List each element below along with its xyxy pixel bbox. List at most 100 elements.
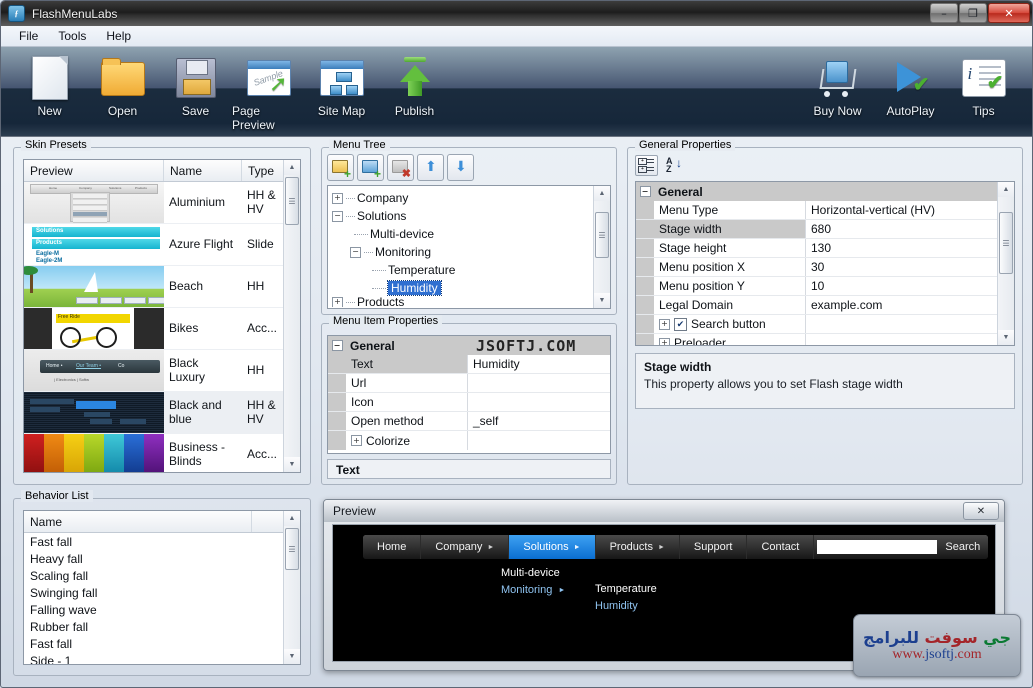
table-row[interactable]: Beach HH: [24, 266, 300, 308]
property-value[interactable]: Humidity: [468, 355, 610, 373]
column-preview[interactable]: Preview: [24, 160, 164, 181]
group-expander-icon[interactable]: −: [331, 340, 343, 351]
scrollbar-thumb[interactable]: ☰: [595, 212, 609, 258]
table-row[interactable]: Free Ride Bikes Acc...: [24, 308, 300, 350]
sort-alphabetical-button[interactable]: A Z ↓: [664, 156, 685, 175]
list-item[interactable]: Side - 1: [30, 654, 300, 664]
property-value[interactable]: 680: [806, 220, 1014, 238]
toolbar-open-button[interactable]: Open: [86, 47, 159, 132]
property-row-preloader[interactable]: + Preloader: [636, 334, 1014, 345]
property-row-stage-width[interactable]: Stage width 680: [636, 220, 1014, 239]
property-row-menu-position-x[interactable]: Menu position X 30: [636, 258, 1014, 277]
menu-tree[interactable]: + Company − Solutions Multi-device − Mon…: [327, 185, 611, 309]
preview-close-button[interactable]: ✕: [963, 502, 999, 520]
property-value[interactable]: 30: [806, 258, 1014, 276]
menu-help[interactable]: Help: [96, 26, 141, 46]
toolbar-autoplay-button[interactable]: ✔ AutoPlay: [874, 47, 947, 118]
menu-item-property-grid[interactable]: − General Text Humidity Url Icon Open me…: [327, 335, 611, 454]
property-value[interactable]: 10: [806, 277, 1014, 295]
list-item[interactable]: Falling wave: [30, 603, 300, 620]
property-value[interactable]: _self: [468, 412, 610, 430]
property-value[interactable]: [468, 374, 610, 392]
property-row-menu-type[interactable]: Menu Type Horizontal-vertical (HV): [636, 201, 1014, 220]
list-item[interactable]: Fast fall: [30, 535, 300, 552]
scroll-up-arrow-icon[interactable]: ▲: [284, 160, 300, 175]
behavior-list[interactable]: Name Fast fall Heavy fall Scaling fall S…: [23, 510, 301, 665]
scrollbar-thumb[interactable]: ☰: [285, 177, 299, 225]
move-up-button[interactable]: ⬆: [417, 154, 444, 181]
property-row-text[interactable]: Text Humidity: [328, 355, 610, 374]
flash-menu-item-company[interactable]: Company ►: [421, 535, 510, 559]
table-row[interactable]: Home Company Solutions Products Aluminiu…: [24, 182, 300, 224]
property-row-url[interactable]: Url: [328, 374, 610, 393]
property-value[interactable]: [806, 334, 1014, 345]
table-row[interactable]: Black and blue HH & HV: [24, 392, 300, 434]
categorized-view-button[interactable]: + +: [635, 155, 658, 176]
list-item[interactable]: Heavy fall: [30, 552, 300, 569]
expander-icon[interactable]: +: [351, 435, 362, 446]
flash-menu-item-support[interactable]: Support: [679, 535, 748, 559]
property-row-open-method[interactable]: Open method _self: [328, 412, 610, 431]
property-row-search-button[interactable]: + ✔ Search button: [636, 315, 1014, 334]
flash-menu-item-solutions[interactable]: Solutions ►: [509, 535, 596, 559]
property-row-menu-position-y[interactable]: Menu position Y 10: [636, 277, 1014, 296]
flash-submenu-item-monitoring[interactable]: Monitoring ►: [501, 584, 565, 596]
toolbar-site-map-button[interactable]: Site Map: [305, 47, 378, 132]
tree-node-selected[interactable]: Humidity: [332, 279, 610, 297]
toolbar-page-preview-button[interactable]: Sample ➚ Page Preview: [232, 47, 305, 132]
search-button-checkbox[interactable]: ✔: [674, 317, 687, 331]
tree-node[interactable]: Temperature: [332, 261, 610, 279]
flash-submenu-item-temperature[interactable]: Temperature: [595, 583, 657, 595]
scroll-up-arrow-icon[interactable]: ▲: [998, 182, 1014, 197]
table-row[interactable]: Business - Blinds Acc...: [24, 434, 300, 472]
list-item[interactable]: Swinging fall: [30, 586, 300, 603]
tree-node[interactable]: − Monitoring: [332, 243, 610, 261]
maximize-button[interactable]: ❐: [959, 3, 987, 23]
move-down-button[interactable]: ⬇: [447, 154, 474, 181]
skin-presets-scrollbar[interactable]: ▲ ☰ ▼: [283, 160, 300, 472]
general-property-grid[interactable]: − General Menu Type Horizontal-vertical …: [635, 181, 1015, 346]
property-row-stage-height[interactable]: Stage height 130: [636, 239, 1014, 258]
delete-item-button[interactable]: ✖: [387, 154, 414, 181]
flash-menu-item-home[interactable]: Home: [363, 535, 422, 559]
property-group-header[interactable]: − General: [636, 182, 1014, 201]
scroll-up-arrow-icon[interactable]: ▲: [594, 186, 610, 201]
flash-menu-item-products[interactable]: Products ►: [595, 535, 680, 559]
column-type[interactable]: Type: [242, 160, 284, 181]
tree-node[interactable]: − Solutions: [332, 207, 610, 225]
search-button-label[interactable]: Search: [945, 541, 980, 553]
tree-node[interactable]: + Company: [332, 189, 610, 207]
scroll-down-arrow-icon[interactable]: ▼: [284, 649, 300, 664]
add-subitem-button[interactable]: +: [357, 154, 384, 181]
expander-icon[interactable]: +: [659, 337, 670, 345]
property-value[interactable]: [468, 431, 610, 450]
tree-node[interactable]: Multi-device: [332, 225, 610, 243]
property-row-icon[interactable]: Icon: [328, 393, 610, 412]
toolbar-tips-button[interactable]: i ✔ Tips: [947, 47, 1020, 118]
flash-menu-item-contact[interactable]: Contact: [747, 535, 815, 559]
minimize-button[interactable]: –: [930, 3, 958, 23]
list-item[interactable]: Fast fall: [30, 637, 300, 654]
menu-tools[interactable]: Tools: [48, 26, 96, 46]
property-value[interactable]: [468, 393, 610, 411]
toolbar-buy-now-button[interactable]: Buy Now: [801, 47, 874, 118]
property-row-legal-domain[interactable]: Legal Domain example.com: [636, 296, 1014, 315]
scroll-down-arrow-icon[interactable]: ▼: [998, 330, 1014, 345]
group-expander-icon[interactable]: −: [639, 186, 651, 197]
scroll-up-arrow-icon[interactable]: ▲: [284, 511, 300, 526]
search-input[interactable]: [817, 540, 938, 554]
skin-presets-list[interactable]: Preview Name Type Home Company Solutions…: [23, 159, 301, 473]
property-value[interactable]: Horizontal-vertical (HV): [806, 201, 1014, 219]
toolbar-publish-button[interactable]: Publish: [378, 47, 451, 132]
list-item[interactable]: Scaling fall: [30, 569, 300, 586]
scrollbar-thumb[interactable]: ☰: [285, 528, 299, 570]
property-group-header[interactable]: − General: [328, 336, 610, 355]
behavior-list-scrollbar[interactable]: ▲ ☰ ▼: [283, 511, 300, 664]
scroll-down-arrow-icon[interactable]: ▼: [594, 293, 610, 308]
column-name[interactable]: Name: [164, 160, 242, 181]
menu-file[interactable]: File: [9, 26, 48, 46]
table-row[interactable]: Home • Our Team • Co | Electronics | Sof…: [24, 350, 300, 392]
toolbar-new-button[interactable]: New: [13, 47, 86, 132]
add-item-button[interactable]: +: [327, 154, 354, 181]
tree-node[interactable]: + Products: [332, 297, 610, 307]
